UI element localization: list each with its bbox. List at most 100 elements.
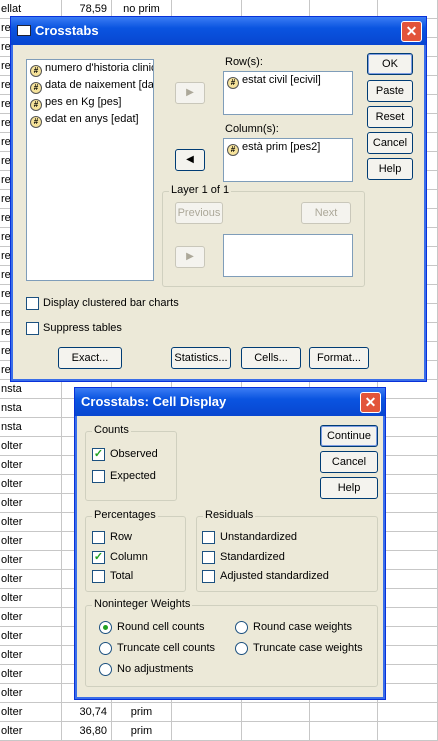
round-cell-counts-radio[interactable] (99, 621, 112, 634)
close-button[interactable]: ✕ (401, 21, 422, 42)
table-cell[interactable]: 30,74 (62, 703, 112, 722)
list-item[interactable]: # pes en Kg [pes] (27, 94, 153, 111)
table-cell[interactable] (310, 703, 378, 722)
list-item[interactable]: # estat civil [ecivil] (224, 72, 352, 89)
previous-button[interactable]: Previous (175, 202, 223, 224)
table-cell[interactable] (378, 399, 438, 418)
table-cell[interactable]: nsta (0, 380, 62, 399)
table-cell[interactable] (378, 627, 438, 646)
no-adjustments-radio[interactable] (99, 663, 112, 676)
cell-display-titlebar[interactable]: Crosstabs: Cell Display ✕ (75, 388, 385, 416)
table-cell[interactable]: olter (0, 475, 62, 494)
table-cell[interactable] (378, 646, 438, 665)
move-to-rows-button[interactable]: ▶ (175, 82, 205, 104)
standardized-checkbox[interactable] (202, 551, 215, 564)
statistics-button[interactable]: Statistics... (171, 347, 231, 369)
clustered-bar-checkbox[interactable] (26, 297, 39, 310)
help-button[interactable]: Help (367, 158, 413, 180)
columns-list[interactable]: # està prim [pes2] (223, 138, 353, 182)
table-cell[interactable] (378, 703, 438, 722)
table-cell[interactable] (172, 722, 242, 741)
table-cell[interactable] (378, 684, 438, 703)
list-item[interactable]: # numero d'historia clinic (27, 60, 153, 77)
column-checkbox[interactable]: ✓ (92, 551, 105, 564)
source-variable-list[interactable]: # numero d'historia clinic # data de naixe… (26, 59, 154, 281)
table-cell[interactable] (378, 608, 438, 627)
expected-checkbox[interactable] (92, 470, 105, 483)
move-to-columns-button[interactable]: ◀ (175, 149, 205, 171)
row-checkbox[interactable] (92, 531, 105, 544)
cancel-button[interactable]: Cancel (320, 451, 378, 473)
column-label: Column (110, 551, 148, 563)
rows-list[interactable]: # estat civil [ecivil] (223, 71, 353, 115)
table-row: olter 30,74 prim (0, 703, 438, 722)
table-cell[interactable]: olter (0, 703, 62, 722)
format-button[interactable]: Format... (309, 347, 369, 369)
table-cell[interactable]: olter (0, 608, 62, 627)
table-cell[interactable]: olter (0, 437, 62, 456)
table-cell[interactable]: 36,80 (62, 722, 112, 741)
help-button[interactable]: Help (320, 477, 378, 499)
table-cell[interactable]: olter (0, 456, 62, 475)
arrow-right-icon: ▶ (186, 87, 194, 98)
round-case-weights-radio[interactable] (235, 621, 248, 634)
table-cell[interactable] (378, 589, 438, 608)
table-cell[interactable]: nsta (0, 399, 62, 418)
table-cell[interactable]: olter (0, 627, 62, 646)
next-button[interactable]: Next (301, 202, 351, 224)
table-cell[interactable] (378, 494, 438, 513)
move-to-layer-button[interactable]: ▶ (175, 246, 205, 268)
observed-checkbox[interactable]: ✓ (92, 448, 105, 461)
suppress-tables-checkbox[interactable] (26, 322, 39, 335)
scale-variable-icon: # (227, 144, 239, 156)
unstandardized-checkbox[interactable] (202, 531, 215, 544)
table-cell[interactable]: olter (0, 646, 62, 665)
reset-button[interactable]: Reset (367, 106, 413, 128)
table-cell[interactable] (378, 456, 438, 475)
exact-button[interactable]: Exact... (58, 347, 122, 369)
list-item[interactable]: # està prim [pes2] (224, 139, 352, 156)
truncate-case-weights-radio[interactable] (235, 642, 248, 655)
table-cell[interactable]: prim (112, 722, 172, 741)
truncate-cell-counts-radio[interactable] (99, 642, 112, 655)
cells-button[interactable]: Cells... (241, 347, 301, 369)
table-cell[interactable] (242, 722, 310, 741)
table-cell[interactable] (378, 475, 438, 494)
table-cell[interactable] (378, 722, 438, 741)
continue-button[interactable]: Continue (320, 425, 378, 447)
layer-list[interactable] (223, 234, 353, 277)
table-cell[interactable] (378, 532, 438, 551)
list-item[interactable]: # edat en anys [edat] (27, 111, 153, 128)
crosstabs-titlebar[interactable]: Crosstabs ✕ (11, 17, 426, 45)
table-cell[interactable] (378, 551, 438, 570)
table-cell[interactable]: olter (0, 494, 62, 513)
table-cell[interactable]: olter (0, 532, 62, 551)
observed-label: Observed (110, 448, 158, 460)
table-cell[interactable] (310, 722, 378, 741)
table-cell[interactable]: prim (112, 703, 172, 722)
table-cell[interactable]: olter (0, 570, 62, 589)
ok-button[interactable]: OK (367, 53, 413, 75)
table-cell[interactable] (242, 703, 310, 722)
table-cell[interactable]: olter (0, 665, 62, 684)
table-cell[interactable]: olter (0, 551, 62, 570)
table-cell[interactable] (378, 513, 438, 532)
table-cell[interactable]: olter (0, 589, 62, 608)
cancel-button[interactable]: Cancel (367, 132, 413, 154)
scale-variable-icon: # (30, 99, 42, 111)
table-cell[interactable]: olter (0, 722, 62, 741)
table-cell[interactable] (378, 665, 438, 684)
table-cell[interactable] (378, 570, 438, 589)
table-cell[interactable]: nsta (0, 418, 62, 437)
paste-button[interactable]: Paste (367, 80, 413, 102)
close-button[interactable]: ✕ (360, 392, 381, 413)
list-item[interactable]: # data de naixement [dat (27, 77, 153, 94)
table-cell[interactable] (378, 418, 438, 437)
table-cell[interactable] (172, 703, 242, 722)
table-cell[interactable] (378, 380, 438, 399)
adjusted-standardized-checkbox[interactable] (202, 570, 215, 583)
table-cell[interactable]: olter (0, 684, 62, 703)
total-checkbox[interactable] (92, 570, 105, 583)
table-cell[interactable]: olter (0, 513, 62, 532)
table-cell[interactable] (378, 437, 438, 456)
